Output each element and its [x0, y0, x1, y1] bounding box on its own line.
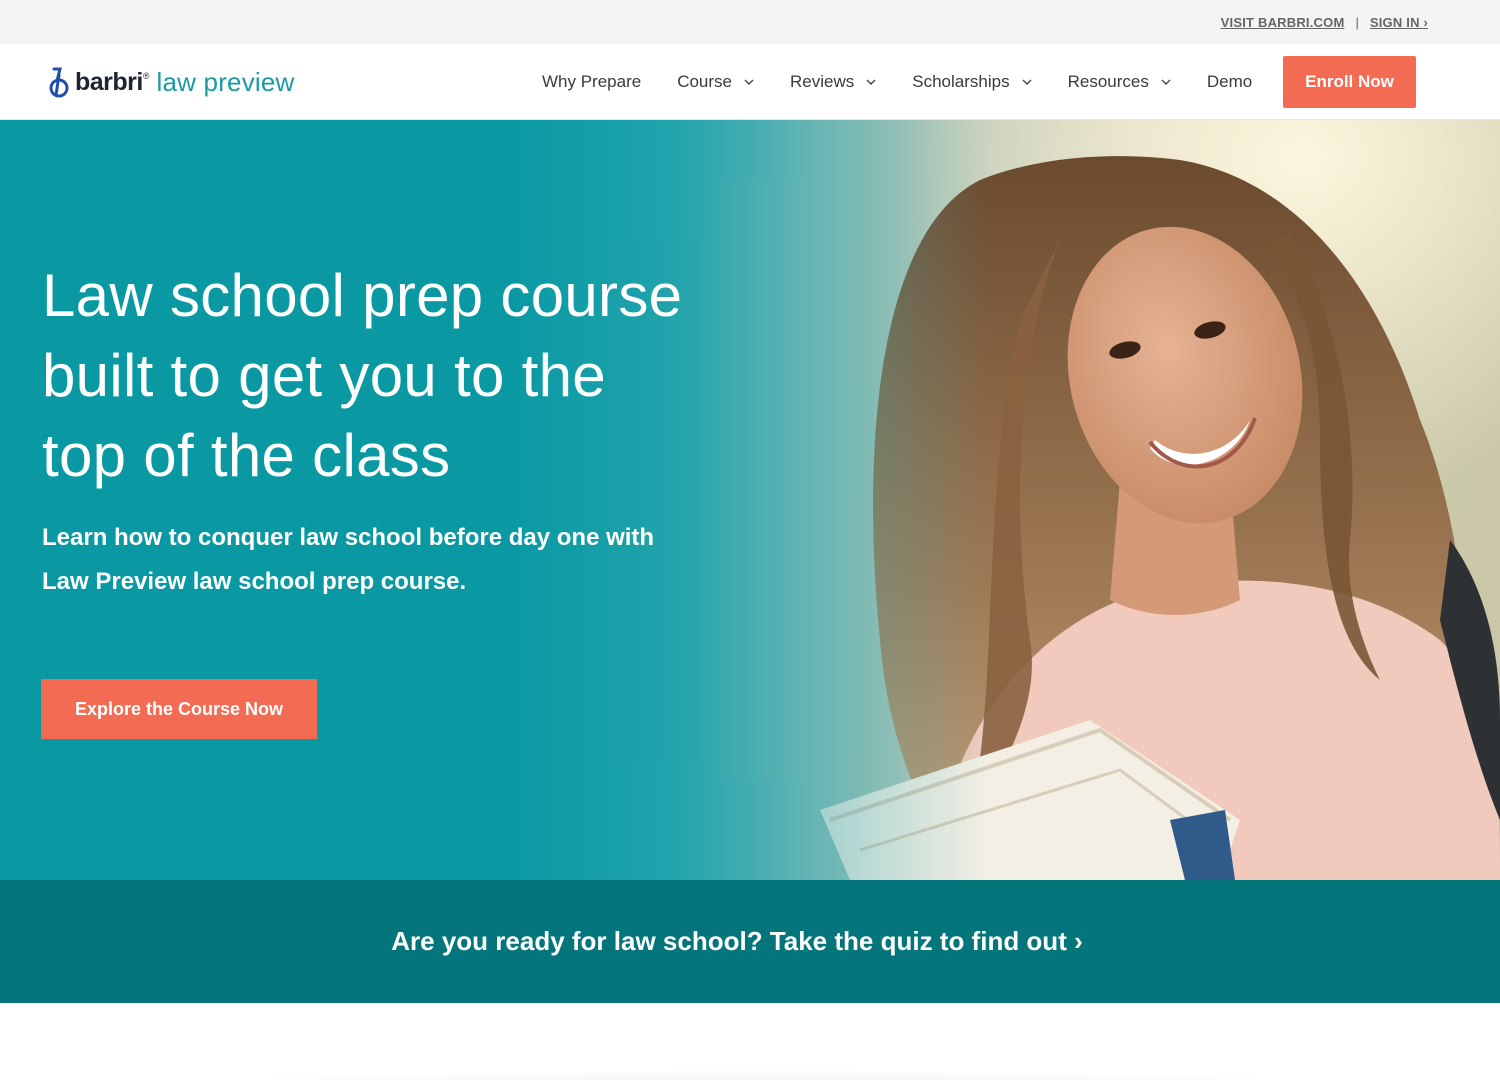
chevron-down-icon [1022, 79, 1032, 85]
utility-bar: VISIT BARBRI.COM | SIGN IN › [0, 0, 1500, 44]
nav-label: Reviews [790, 72, 855, 91]
visit-barbri-link[interactable]: VISIT BARBRI.COM [1221, 15, 1345, 30]
hero-title-line: top of the class [42, 422, 451, 489]
chevron-down-icon [866, 79, 876, 85]
nav-scholarships[interactable]: Scholarships [912, 72, 1032, 92]
nav-label: Scholarships [912, 72, 1010, 91]
logo-product-text: law preview [156, 66, 295, 97]
hero-subtitle-line: Learn how to conquer law school before d… [42, 524, 655, 551]
nav-reviews[interactable]: Reviews [790, 72, 876, 92]
quiz-link[interactable]: Are you ready for law school? Take the q… [391, 926, 1082, 957]
logo[interactable]: barbri ® law preview [48, 64, 295, 100]
hero-section: Law school prep course built to get you … [0, 120, 1500, 880]
hero-title-line: Law school prep course [42, 262, 683, 329]
next-section [0, 1003, 1500, 1080]
nav-resources[interactable]: Resources [1068, 72, 1171, 92]
logo-brand-text: barbri [75, 67, 143, 96]
chevron-down-icon [744, 79, 754, 85]
utility-separator: | [1355, 14, 1359, 30]
site-header: barbri ® law preview Why Prepare Course … [0, 44, 1500, 120]
nav-why-prepare[interactable]: Why Prepare [542, 72, 641, 92]
nav-label: Why Prepare [542, 72, 642, 91]
nav-label: Resources [1067, 72, 1149, 91]
sign-in-link[interactable]: SIGN IN › [1370, 15, 1428, 30]
hero-title: Law school prep course built to get you … [42, 256, 762, 496]
hero-gradient-overlay [0, 120, 1500, 880]
quiz-banner: Are you ready for law school? Take the q… [0, 880, 1500, 1003]
nav-demo[interactable]: Demo [1207, 72, 1252, 92]
enroll-now-button[interactable]: Enroll Now [1283, 56, 1416, 108]
hero-title-line: built to get you to the [42, 342, 606, 409]
main-nav: Why Prepare Course Reviews Scholarships … [542, 44, 1252, 120]
nav-course[interactable]: Course [677, 72, 754, 92]
hero-subtitle-line: Law Preview law school prep course. [42, 568, 467, 595]
explore-course-button[interactable]: Explore the Course Now [41, 679, 317, 739]
barbri-logo-icon [49, 67, 69, 98]
hero-subtitle: Learn how to conquer law school before d… [42, 516, 742, 604]
card-shadow [30, 1069, 1500, 1080]
nav-label: Demo [1206, 72, 1253, 91]
nav-label: Course [677, 72, 733, 91]
chevron-down-icon [1161, 79, 1171, 85]
logo-trademark: ® [142, 71, 150, 81]
